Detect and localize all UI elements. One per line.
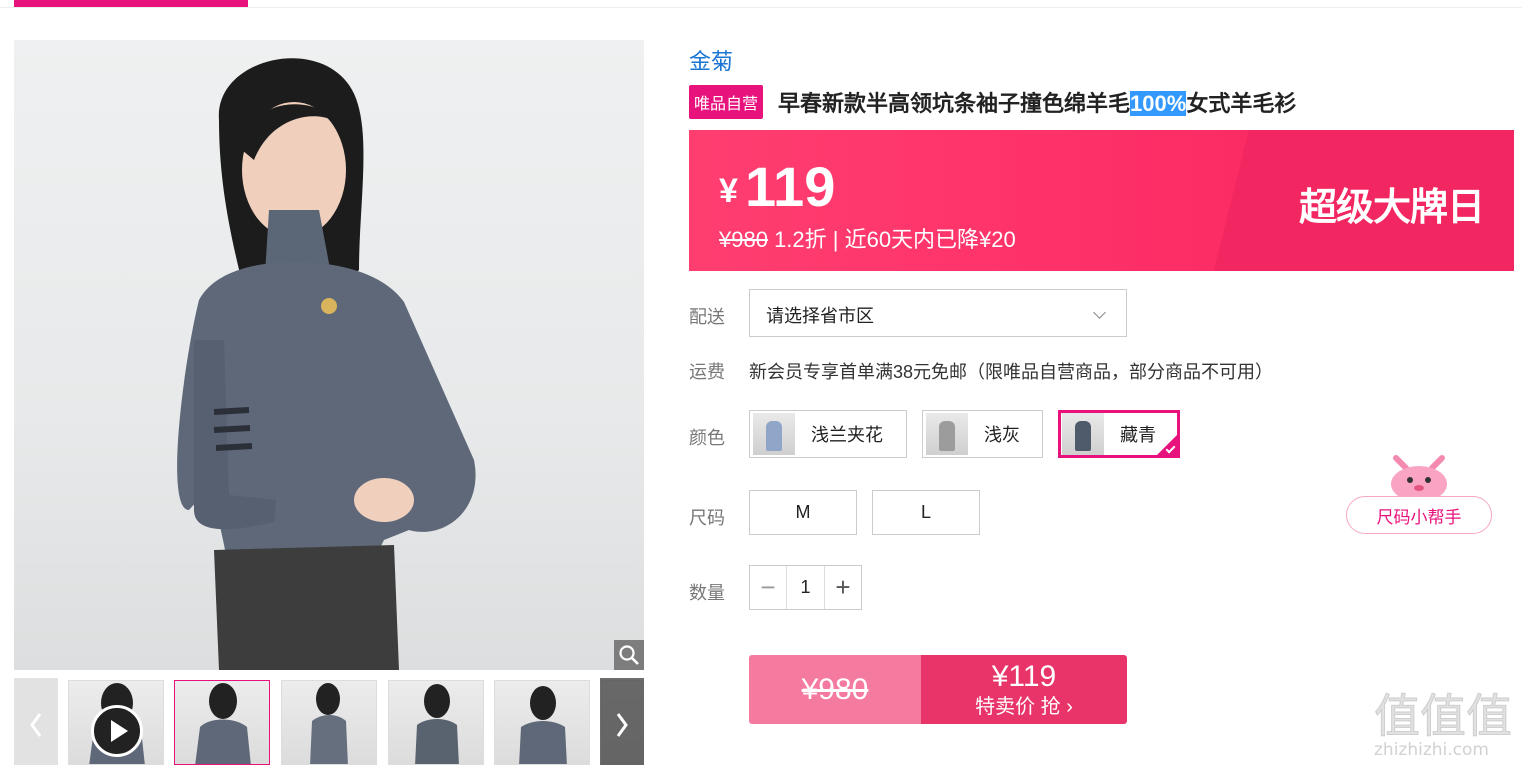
buy-button[interactable]: ¥980 ¥119 特卖价 抢 › bbox=[749, 655, 1127, 724]
shipping-label: 运费 bbox=[689, 362, 725, 382]
original-price: ¥980 bbox=[719, 227, 768, 252]
region-select[interactable]: 请选择省市区 bbox=[749, 289, 1127, 337]
active-nav-indicator bbox=[14, 0, 248, 7]
svg-text:zhizhizhi.com: zhizhizhi.com bbox=[1374, 740, 1489, 760]
thumbnail-item[interactable] bbox=[281, 680, 377, 765]
shipping-text: 新会员专享首单满38元免邮（限唯品自营商品，部分商品不可用） bbox=[749, 362, 1274, 382]
buy-action[interactable]: ¥119 特卖价 抢 › bbox=[921, 655, 1127, 724]
region-select-value: 请选择省市区 bbox=[766, 306, 874, 326]
brand-link[interactable]: 金菊 bbox=[689, 44, 733, 76]
plus-button[interactable]: + bbox=[825, 566, 861, 609]
size-option-l[interactable]: L bbox=[872, 490, 980, 535]
color-swatch-image bbox=[1062, 413, 1104, 455]
color-option-navy[interactable]: 藏青 bbox=[1058, 410, 1180, 458]
self-operated-badge: 唯品自营 bbox=[689, 85, 764, 119]
quantity-input[interactable]: 1 bbox=[786, 566, 825, 609]
delivery-label: 配送 bbox=[689, 307, 725, 327]
main-product-image[interactable] bbox=[14, 40, 644, 670]
thumbnail-item[interactable] bbox=[494, 680, 590, 765]
quantity-label: 数量 bbox=[689, 583, 725, 603]
price-banner: ¥ 119 ¥980 1.2折 | 近60天内已降¥20 超级大牌日 bbox=[689, 130, 1514, 271]
thumb-prev-button[interactable] bbox=[14, 678, 58, 765]
currency-symbol: ¥ bbox=[719, 172, 738, 210]
color-swatch-image bbox=[753, 413, 795, 455]
product-title: 早春新款半高领坑条袖子撞色绵羊毛100%女式羊毛衫 bbox=[778, 91, 1297, 116]
color-option-light-blue[interactable]: 浅兰夹花 bbox=[749, 410, 907, 458]
top-nav-bar bbox=[0, 0, 1522, 8]
chevron-left-icon bbox=[30, 713, 42, 737]
size-label: 尺码 bbox=[689, 508, 725, 528]
mascot-icon bbox=[1391, 455, 1447, 498]
chevron-right-icon bbox=[616, 713, 628, 737]
price-subline: ¥980 1.2折 | 近60天内已降¥20 bbox=[719, 222, 1016, 254]
thumbnail-item[interactable] bbox=[174, 680, 270, 765]
thumbnail-video[interactable] bbox=[68, 680, 164, 765]
color-swatch-image bbox=[926, 413, 968, 455]
buy-price: ¥119 bbox=[991, 659, 1057, 693]
buy-action-label: 特卖价 抢 › bbox=[975, 695, 1073, 718]
thumbnail-item[interactable] bbox=[388, 680, 484, 765]
size-helper-label[interactable]: 尺码小帮手 bbox=[1346, 496, 1492, 534]
model-illustration bbox=[177, 58, 476, 670]
color-label: 颜色 bbox=[689, 428, 725, 448]
buy-original-price: ¥980 bbox=[749, 655, 921, 724]
thumb-next-button[interactable] bbox=[600, 678, 644, 765]
watermark-logo: 值值值 zhizhizhi.com bbox=[1370, 680, 1520, 765]
discount-note: 1.2折 | 近60天内已降¥20 bbox=[767, 227, 1016, 252]
svg-text:值值值: 值值值 bbox=[1374, 689, 1512, 743]
minus-button[interactable]: − bbox=[750, 566, 786, 609]
chevron-down-icon bbox=[1093, 306, 1106, 319]
color-option-light-gray[interactable]: 浅灰 bbox=[922, 410, 1043, 458]
selected-corner bbox=[1156, 434, 1178, 456]
size-helper[interactable]: 尺码小帮手 bbox=[1346, 450, 1494, 538]
thumbnail-strip bbox=[14, 678, 644, 765]
title-row: 唯品自营 早春新款半高领坑条袖子撞色绵羊毛100%女式羊毛衫 bbox=[689, 85, 1296, 119]
zoom-icon[interactable] bbox=[614, 640, 644, 670]
quantity-stepper: − 1 + bbox=[749, 565, 862, 610]
play-icon[interactable] bbox=[91, 705, 143, 757]
current-price: 119 bbox=[745, 155, 836, 218]
size-option-m[interactable]: M bbox=[749, 490, 857, 535]
promo-label: 超级大牌日 bbox=[1298, 187, 1485, 229]
